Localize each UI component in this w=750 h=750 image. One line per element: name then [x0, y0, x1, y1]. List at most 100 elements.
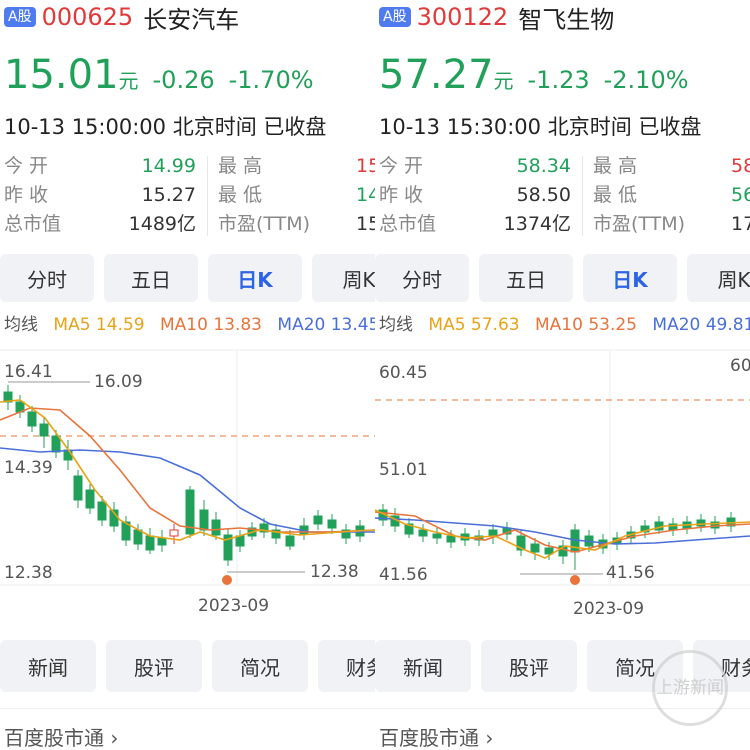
tab-news[interactable]: 新闻 [375, 640, 471, 692]
price-change: -0.26 [152, 66, 215, 94]
quote-time: 10-13 15:30:00 北京时间 已收盘 [379, 111, 701, 141]
info-tabs: 新闻 股评 简况 财务 [0, 640, 375, 692]
candle [327, 519, 337, 529]
stat-label: 总市值 [379, 213, 437, 235]
tab-daily-k[interactable]: 日K [583, 254, 677, 302]
x-axis-date: 2023-09 [198, 596, 269, 616]
candle [27, 411, 37, 427]
stat-value: 1374亿 [503, 213, 571, 235]
price-change-pct: -1.70% [228, 66, 314, 94]
stat-label: 最 高 [218, 155, 263, 177]
candle [235, 535, 245, 547]
chart-period-tabs: 分时 五日 日K 周K [0, 254, 375, 302]
price-change-pct: -2.10% [603, 66, 689, 94]
x-axis-date: 2023-09 [573, 599, 644, 619]
divider [0, 708, 375, 709]
tab-comments[interactable]: 股评 [106, 640, 202, 692]
candle [51, 435, 61, 453]
market-status: 已收盘 [638, 115, 702, 139]
candle [211, 519, 221, 536]
candle [169, 529, 179, 537]
moving-average-legend: 均线 MA5 14.59 MA10 13.83 MA20 13.45 [4, 310, 375, 335]
candle [285, 535, 295, 547]
a-share-badge: A股 [379, 7, 411, 27]
tab-news[interactable]: 新闻 [0, 640, 96, 692]
current-price: 15.01 [4, 52, 119, 98]
candle [133, 529, 143, 545]
tab-daily-k[interactable]: 日K [208, 254, 302, 302]
ma10-value: MA10 53.25 [535, 315, 637, 335]
stat-value: 58.50 [516, 184, 571, 206]
stock-name: 智飞生物 [518, 5, 615, 34]
candle [432, 533, 442, 539]
kline-chart[interactable]: 16.41 14.39 12.38 16.09 12.38 2023-09 [0, 340, 375, 630]
watermark-logo: 上游新闻 [652, 650, 728, 726]
candle [73, 475, 83, 501]
quote-timestamp: 10-13 15:00:00 [4, 115, 167, 139]
chart-period-tabs: 分时 五日 日K 周K [375, 254, 750, 302]
low-marker [222, 575, 232, 585]
quote-stats: 今 开 58.34 最 高 58 昨 收 58.50 最 低 56 总市值 1374亿 市盈(T… [379, 152, 750, 239]
tab-weekly-k[interactable]: 周K [312, 254, 375, 302]
low-annotation: 12.38 [310, 562, 359, 582]
footer-link[interactable]: 百度股市通 › [379, 722, 493, 750]
low-marker [570, 575, 580, 585]
stat-label: 总市值 [4, 213, 62, 235]
stat-label: 昨 收 [4, 184, 49, 206]
y-label-mid: 14.39 [4, 458, 53, 478]
stat-label: 最 高 [593, 155, 638, 177]
tab-finance[interactable]: 财务 [318, 640, 375, 692]
timezone-label: 北京时间 [172, 115, 257, 139]
price-unit: 元 [493, 69, 514, 93]
tab-intraday[interactable]: 分时 [375, 254, 469, 302]
stock-panel-changan: A股 000625 长安汽车 15.01 元 -0.26 -1.70% 10-1… [0, 0, 375, 750]
ma10-value: MA10 13.83 [160, 315, 262, 335]
tab-intraday[interactable]: 分时 [0, 254, 94, 302]
stat-label: 最 低 [593, 184, 638, 206]
stat-value: 17 [731, 213, 750, 235]
candle [97, 501, 107, 521]
y-label-mid: 51.01 [379, 460, 428, 480]
kline-chart[interactable]: 60.45 51.01 41.56 60 41.56 2023-09 [375, 340, 750, 630]
stat-label: 昨 收 [379, 184, 424, 206]
candle [199, 509, 209, 531]
ma5-value: MA5 14.59 [53, 315, 145, 335]
candle [313, 515, 323, 525]
candle [488, 529, 498, 537]
stat-label: 今 开 [4, 155, 49, 177]
tab-five-day[interactable]: 五日 [104, 254, 198, 302]
stat-value: 14 [356, 184, 375, 206]
ma20-value: MA20 49.81 [652, 315, 750, 335]
low-annotation: 41.56 [606, 563, 655, 583]
tab-comments[interactable]: 股评 [481, 640, 577, 692]
quote-timestamp: 10-13 15:30:00 [379, 115, 542, 139]
tab-five-day[interactable]: 五日 [479, 254, 573, 302]
price-unit: 元 [118, 69, 139, 93]
price-change: -1.23 [527, 66, 590, 94]
stat-value: 58.34 [516, 155, 571, 177]
stock-header: A股 000625 长安汽车 [4, 3, 239, 34]
stat-value: 15.27 [141, 184, 196, 206]
candle [145, 535, 155, 551]
market-status: 已收盘 [263, 115, 327, 139]
quote-time: 10-13 15:00:00 北京时间 已收盘 [4, 111, 326, 141]
candle [85, 489, 95, 509]
high-annotation: 60 [730, 356, 750, 376]
stat-label: 今 开 [379, 155, 424, 177]
stock-panel-zhifei: A股 300122 智飞生物 57.27 元 -1.23 -2.10% 10-1… [375, 0, 750, 750]
y-label-low: 41.56 [379, 565, 428, 585]
candle [39, 423, 49, 437]
moving-average-legend: 均线 MA5 57.63 MA10 53.25 MA20 49.81 [379, 310, 750, 335]
current-price: 57.27 [379, 52, 494, 98]
quote-stats: 今 开 14.99 最 高 15 昨 收 15.27 最 低 14 总市值 1489亿 市盈(T… [4, 152, 375, 239]
price-row: 15.01 元 -0.26 -1.70% [4, 52, 328, 98]
y-label-low: 12.38 [4, 563, 53, 583]
stock-code: 300122 [416, 3, 509, 31]
stat-value: 14.99 [141, 155, 196, 177]
ma-label: 均线 [4, 315, 38, 335]
tab-weekly-k[interactable]: 周K [687, 254, 750, 302]
tab-profile[interactable]: 简况 [212, 640, 308, 692]
stock-header: A股 300122 智飞生物 [379, 3, 614, 34]
footer-link[interactable]: 百度股市通 › [4, 722, 118, 750]
candle [530, 543, 540, 553]
